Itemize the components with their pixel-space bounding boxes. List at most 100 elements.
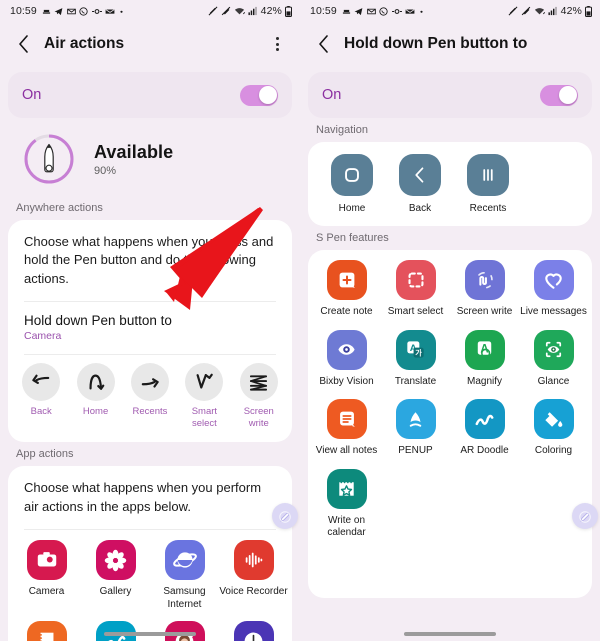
mute-icon: [508, 6, 518, 16]
feature-smart-select[interactable]: Smart select: [381, 260, 450, 319]
mail-icon: [66, 7, 76, 16]
mail-icon: [366, 7, 376, 16]
feature-label: Glance: [537, 375, 570, 387]
nav-item-recents[interactable]: Recents: [454, 154, 522, 214]
battery-icon: [585, 5, 592, 17]
coloring-icon: [533, 399, 574, 439]
page-title: Air actions: [44, 35, 125, 52]
spen-features-section-label: S Pen features: [316, 232, 389, 244]
feature-label: Create note: [320, 306, 373, 317]
feature-screen-write[interactable]: Screen write: [450, 260, 519, 319]
app-label: Voice Recorder: [219, 586, 288, 598]
feature-label: AR Doodle: [460, 445, 509, 456]
app-samsung-notes[interactable]: [12, 621, 81, 641]
feature-bixby-vision[interactable]: Bixby Vision: [312, 329, 381, 389]
more-options-icon[interactable]: [266, 33, 288, 55]
toggle-state-label: On: [322, 87, 342, 103]
app-label: Samsung Internet: [163, 586, 206, 610]
status-bar-system-icons: 42%: [208, 5, 292, 17]
app-gallery[interactable]: Gallery: [81, 540, 150, 611]
app-camera[interactable]: Camera: [12, 540, 81, 611]
gesture-recents[interactable]: Recents: [124, 363, 176, 430]
app-icon: [91, 7, 102, 16]
feature-label: PENUP: [398, 445, 433, 456]
feature-glance[interactable]: Glance: [519, 329, 588, 389]
feature-create-note[interactable]: Create note: [312, 260, 381, 319]
nav-item-back[interactable]: Back: [386, 154, 454, 214]
spen-features-grid: Create note Smart select Screen write Li…: [308, 250, 592, 561]
wifi-icon: [234, 6, 245, 16]
gesture-back[interactable]: Back: [15, 363, 67, 430]
home-indicator[interactable]: [104, 632, 196, 636]
left-phone-screen: 10:59 42% Air actions On Available 90% A…: [0, 0, 300, 641]
spen-glyph: [44, 143, 54, 173]
gesture-label: Screen write: [243, 406, 274, 430]
live-messages-icon: [533, 260, 574, 300]
nav-label: Recents: [469, 203, 507, 214]
air-actions-master-toggle-row[interactable]: On: [8, 72, 292, 118]
master-toggle-switch[interactable]: [240, 84, 278, 106]
gesture-smart-select[interactable]: Smart select: [178, 363, 230, 430]
feature-label: Smart select: [387, 306, 444, 317]
feature-translate[interactable]: A가 Translate: [381, 329, 450, 389]
feature-write-on-calendar[interactable]: Write on calendar: [312, 468, 381, 540]
gallery-icon: [95, 540, 136, 581]
svg-text:가: 가: [415, 349, 422, 358]
gesture-label: Recents: [132, 406, 168, 418]
back-button[interactable]: [12, 33, 34, 55]
app-samsung-internet[interactable]: Samsung Internet: [150, 540, 219, 611]
app-penup[interactable]: [81, 621, 150, 641]
app-voice-recorder[interactable]: Voice Recorder: [219, 540, 288, 611]
feature-label: Screen write: [456, 306, 513, 317]
feature-magnify[interactable]: A Magnify: [450, 329, 519, 389]
right-header: Hold down Pen button to: [300, 22, 600, 66]
home-square-icon: [331, 154, 373, 196]
spen-air-command-icon[interactable]: [272, 503, 298, 529]
navigation-section-label: Navigation: [316, 124, 368, 136]
hold-down-master-toggle-row[interactable]: On: [308, 72, 592, 118]
master-toggle-switch[interactable]: [540, 84, 578, 106]
app-label: Camera: [28, 586, 65, 598]
recents-bars-icon: [467, 154, 509, 196]
hold-down-pen-button-value: Camera: [24, 330, 62, 343]
wifi-icon: [534, 6, 545, 16]
app-clock[interactable]: [219, 621, 288, 641]
app-ar-emoji[interactable]: [150, 621, 219, 641]
feature-ar-doodle[interactable]: AR Doodle: [450, 399, 519, 458]
toggle-knob: [258, 86, 277, 104]
hold-down-pen-button-title: Hold down Pen button to: [24, 313, 172, 329]
notification-icon: [342, 7, 351, 16]
vibrate-off-icon: [521, 6, 531, 16]
battery-percent-label: 42%: [260, 5, 282, 17]
feature-penup[interactable]: PENUP: [381, 399, 450, 458]
spen-air-command-icon[interactable]: [572, 503, 598, 529]
gesture-label: Smart select: [191, 406, 218, 430]
gesture-home[interactable]: Home: [70, 363, 122, 430]
nav-item-home[interactable]: Home: [318, 154, 386, 214]
gesture-left-swipe-icon: [22, 363, 61, 402]
battery-percent-label: 42%: [560, 5, 582, 17]
nav-label: Home: [338, 203, 366, 214]
anywhere-actions-card: Choose what happens when you press and h…: [8, 220, 292, 443]
feature-coloring[interactable]: Coloring: [519, 399, 588, 458]
signal-icon: [548, 6, 558, 16]
pen-battery-ring: [22, 132, 76, 186]
back-button[interactable]: [312, 33, 334, 55]
feature-view-all-notes[interactable]: View all notes: [312, 399, 381, 458]
home-indicator[interactable]: [404, 632, 496, 636]
whatsapp-icon: [79, 6, 88, 16]
translate-icon: A가: [395, 329, 436, 370]
app-icon: [391, 7, 402, 16]
gesture-screen-write[interactable]: Screen write: [233, 363, 285, 430]
bixby-vision-icon: [326, 329, 367, 370]
anywhere-actions-description: Choose what happens when you press and h…: [24, 234, 274, 286]
gesture-up-down-icon: [76, 363, 115, 402]
smart-select-icon: [395, 260, 436, 300]
hold-down-pen-button-option[interactable]: Hold down Pen button to Camera: [8, 302, 292, 354]
left-header: Air actions: [0, 22, 300, 66]
navigation-card: Home Back Recents: [308, 142, 592, 226]
status-bar: 10:59 42%: [300, 0, 600, 22]
pen-status-section: Available 90%: [0, 118, 300, 196]
penup-icon: [95, 621, 136, 641]
feature-live-messages[interactable]: Live messages: [519, 260, 588, 319]
